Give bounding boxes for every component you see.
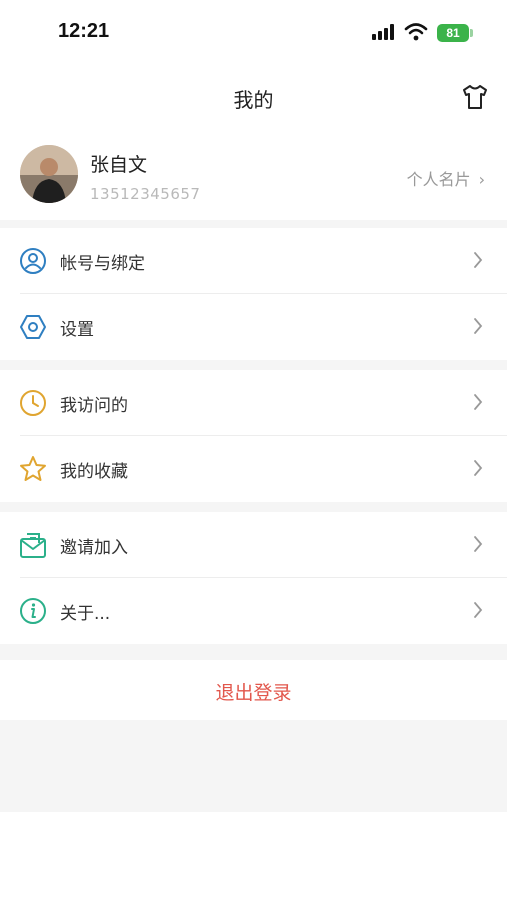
menu-item-label: 我的收藏	[60, 462, 128, 482]
chevron-right-icon	[474, 602, 483, 618]
chevron-right-icon	[474, 460, 483, 476]
status-bar: 12:21 81	[0, 0, 507, 64]
chevron-right-icon	[474, 536, 483, 552]
section-gap	[0, 502, 507, 512]
menu-item-visited[interactable]: 我访问的	[0, 370, 507, 436]
avatar-photo	[20, 145, 78, 203]
profile-phone: 13512345657	[90, 185, 201, 203]
battery-level: 81	[446, 26, 460, 40]
menu-item-settings[interactable]: 设置	[0, 294, 507, 360]
shirt-icon[interactable]	[460, 82, 490, 112]
chevron-right-icon	[474, 252, 483, 268]
menu-item-account-binding[interactable]: 帐号与绑定	[0, 228, 507, 294]
section-gap	[0, 360, 507, 370]
menu-item-favorites[interactable]: 我的收藏	[0, 436, 507, 502]
profile-name: 张自文	[90, 154, 148, 176]
avatar[interactable]	[20, 145, 78, 203]
user-circle-icon	[20, 248, 46, 274]
section-gap	[0, 644, 507, 660]
battery-icon: 81	[437, 24, 469, 42]
bottom-background	[0, 720, 507, 812]
logout-label: 退出登录	[215, 682, 292, 704]
menu-item-about[interactable]: 关于...	[0, 578, 507, 644]
logout-button[interactable]: 退出登录	[0, 660, 507, 720]
section-gap	[0, 220, 507, 228]
menu-item-label: 我访问的	[60, 396, 128, 416]
info-icon	[20, 598, 46, 624]
status-time: 12:21	[58, 20, 110, 42]
chevron-right-icon	[474, 318, 483, 334]
profile-section[interactable]: 张自文 13512345657 个人名片 ›	[0, 132, 507, 220]
menu-item-label: 邀请加入	[60, 538, 128, 558]
clock-icon	[20, 390, 46, 416]
chevron-right-icon: ›	[478, 170, 485, 189]
wifi-icon	[404, 23, 428, 41]
battery-tip	[470, 29, 473, 37]
cellular-signal-icon	[372, 24, 394, 40]
menu-item-label: 帐号与绑定	[60, 254, 145, 274]
menu-item-label: 关于...	[60, 604, 111, 624]
business-card-label: 个人名片	[406, 170, 471, 189]
page-title: 我的	[233, 88, 274, 112]
menu-item-label: 设置	[60, 320, 94, 340]
chevron-right-icon	[474, 394, 483, 410]
nav-bar: 我的	[0, 64, 507, 133]
hex-settings-icon	[20, 315, 46, 339]
menu-item-invite[interactable]: 邀请加入	[0, 512, 507, 578]
business-card-link[interactable]: 个人名片 ›	[407, 166, 485, 190]
envelope-icon	[20, 533, 46, 558]
star-icon	[20, 456, 46, 481]
